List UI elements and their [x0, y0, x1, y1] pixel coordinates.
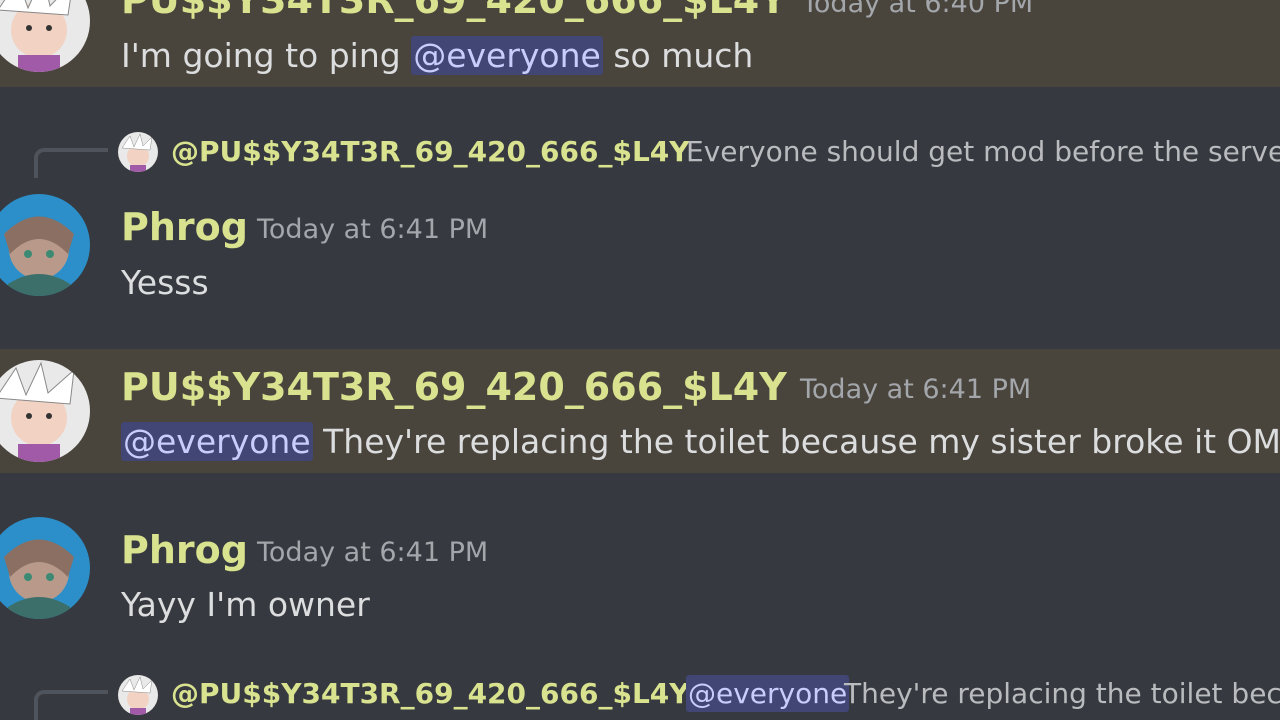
message-item[interactable]: Phrog Today at 6:41 PM Yayy I'm owner: [0, 473, 1280, 649]
message-item[interactable]: @PU$$Y34T3R_69_420_666_$L4Y Everyone sho…: [0, 87, 1280, 349]
message-timestamp: Today at 6:41 PM: [257, 214, 489, 245]
chat-message-list[interactable]: PU$$Y34T3R_69_420_666_$L4Y Today at 6:40…: [0, 0, 1280, 720]
message-item[interactable]: @PU$$Y34T3R_69_420_666_$L4Y @everyone Th…: [0, 649, 1280, 720]
message-author[interactable]: Phrog: [121, 205, 248, 249]
message-timestamp: Today at 6:41 PM: [800, 374, 1032, 405]
message-text: Yayy I'm owner: [121, 585, 370, 624]
message-item[interactable]: PU$$Y34T3R_69_420_666_$L4Y Today at 6:41…: [0, 349, 1280, 473]
message-content: I'm going to ping @everyone so much: [121, 36, 753, 75]
message-timestamp: Today at 6:40 PM: [802, 0, 1034, 19]
reply-author[interactable]: @PU$$Y34T3R_69_420_666_$L4Y: [171, 135, 690, 168]
message-text: so much: [613, 36, 754, 75]
message-author[interactable]: PU$$Y34T3R_69_420_666_$L4Y: [121, 0, 787, 22]
message-item[interactable]: PU$$Y34T3R_69_420_666_$L4Y Today at 6:40…: [0, 0, 1280, 87]
avatar[interactable]: [0, 517, 90, 619]
mention-everyone[interactable]: @everyone: [121, 422, 313, 461]
reply-text[interactable]: They're replacing the toilet becau: [844, 677, 1280, 710]
reply-text[interactable]: Everyone should get mod before the serve…: [686, 135, 1280, 168]
message-text: Yesss: [121, 263, 209, 302]
message-text-prefix: I'm going to ping: [121, 36, 412, 75]
reply-avatar: [118, 132, 158, 172]
reply-preview[interactable]: @PU$$Y34T3R_69_420_666_$L4Y Everyone sho…: [0, 131, 1280, 178]
message-text: They're replacing the toilet because my …: [323, 422, 1280, 461]
message-author[interactable]: Phrog: [121, 528, 248, 572]
avatar[interactable]: [0, 0, 90, 72]
reply-avatar: [118, 675, 158, 715]
mention-everyone[interactable]: @everyone: [411, 36, 603, 75]
reply-author[interactable]: @PU$$Y34T3R_69_420_666_$L4Y: [171, 677, 690, 710]
avatar[interactable]: [0, 360, 90, 462]
avatar[interactable]: [0, 194, 90, 296]
message-content: @everyone They're replacing the toilet b…: [121, 422, 1280, 461]
message-author[interactable]: PU$$Y34T3R_69_420_666_$L4Y: [121, 365, 787, 409]
reply-connector: [34, 148, 108, 178]
reply-mention-everyone[interactable]: @everyone: [686, 675, 850, 712]
reply-preview[interactable]: @PU$$Y34T3R_69_420_666_$L4Y @everyone Th…: [0, 673, 1280, 720]
reply-connector: [34, 690, 108, 720]
message-timestamp: Today at 6:41 PM: [257, 537, 489, 568]
